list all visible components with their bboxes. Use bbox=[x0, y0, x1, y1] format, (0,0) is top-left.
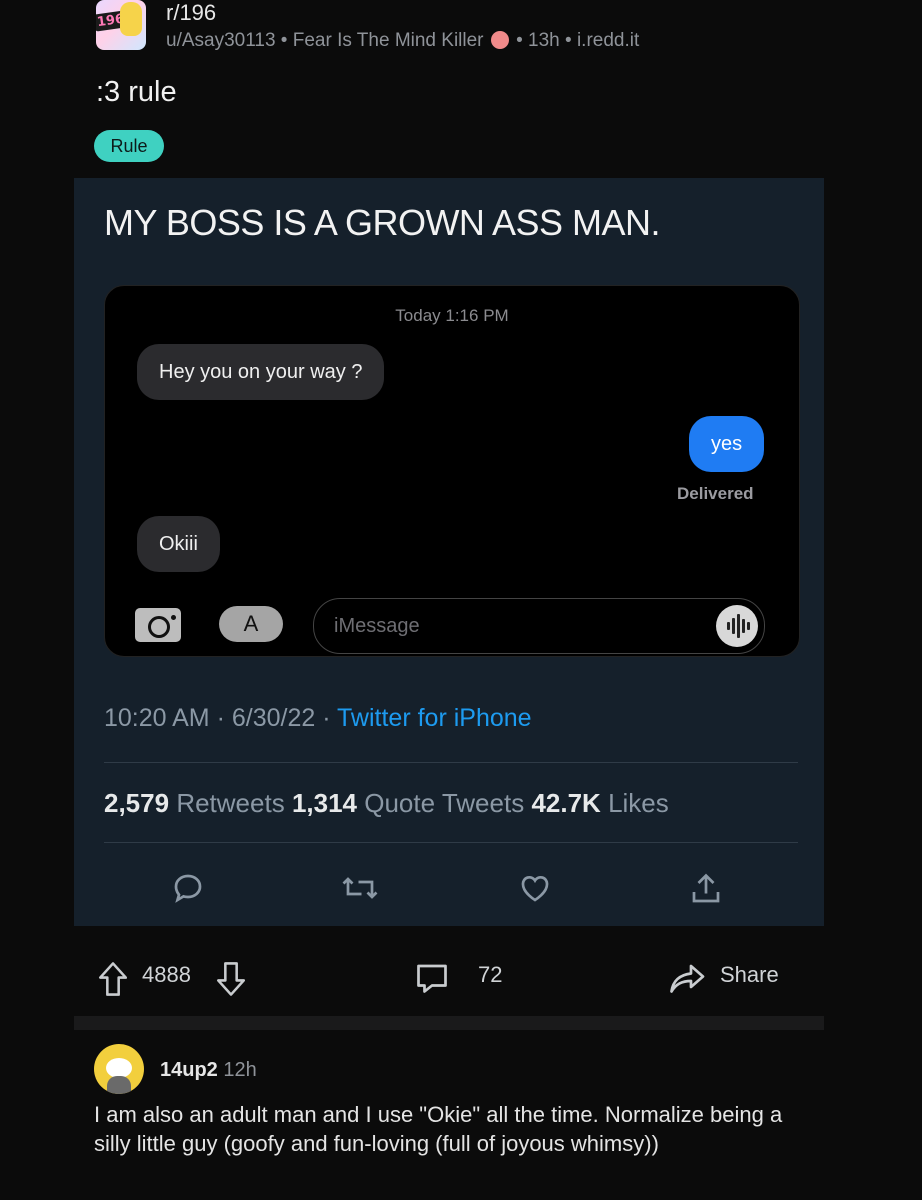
tweet-image[interactable]: MY BOSS IS A GROWN ASS MAN. Today 1:16 P… bbox=[74, 178, 824, 926]
avatar-head bbox=[106, 1058, 132, 1078]
app-store-icon: A bbox=[219, 606, 283, 642]
delivered-status: Delivered bbox=[677, 484, 754, 503]
tweet-text: MY BOSS IS A GROWN ASS MAN. bbox=[104, 202, 660, 243]
like-count: 42.7K bbox=[531, 788, 601, 818]
quote-count: 1,314 bbox=[291, 788, 358, 818]
reply-icon bbox=[174, 874, 202, 903]
post-domain[interactable]: i.redd.it bbox=[577, 30, 639, 51]
message-bubble-outgoing: yes bbox=[689, 416, 765, 472]
imessage-timestamp: Today 1:16 PM bbox=[395, 306, 509, 325]
avatar[interactable] bbox=[94, 1044, 144, 1094]
subreddit-name[interactable]: r/196 bbox=[166, 0, 216, 26]
share-arrow-icon[interactable] bbox=[668, 960, 708, 996]
comment-header: 14up2 12h bbox=[160, 1059, 257, 1082]
share-button[interactable]: Share bbox=[720, 962, 779, 988]
message-bubble-incoming: Okiii bbox=[137, 516, 220, 572]
post-flair-badge[interactable]: Rule bbox=[94, 130, 164, 162]
bunny-icon bbox=[120, 2, 142, 36]
camera-icon bbox=[135, 608, 181, 642]
imessage-input: iMessage bbox=[313, 598, 765, 654]
avatar-body bbox=[107, 1076, 131, 1094]
divider bbox=[104, 842, 798, 843]
audio-waveform-icon bbox=[716, 605, 758, 647]
post-title[interactable]: :3 rule bbox=[96, 76, 177, 109]
comment-icon[interactable] bbox=[414, 960, 450, 996]
divider bbox=[104, 762, 798, 763]
tweet-stats: 2,579 Retweets 1,314 Quote Tweets 42.7K … bbox=[104, 788, 669, 819]
comment-count[interactable]: 72 bbox=[478, 962, 502, 988]
tweet-time: 10:20 AM · 6/30/22 · bbox=[104, 704, 331, 732]
retweet-count: 2,579 bbox=[104, 788, 170, 818]
upvote-icon[interactable] bbox=[96, 960, 130, 998]
downvote-icon[interactable] bbox=[214, 960, 248, 998]
imessage-placeholder: iMessage bbox=[334, 615, 420, 637]
section-divider bbox=[74, 1016, 824, 1030]
comment-time: 12h bbox=[223, 1059, 257, 1081]
imessage-screenshot: Today 1:16 PM Hey you on your way ? yes … bbox=[104, 285, 800, 657]
vote-count: 4888 bbox=[142, 962, 191, 987]
comment-body: I am also an adult man and I use "Okie" … bbox=[94, 1102, 783, 1156]
flair-emoji-icon bbox=[490, 31, 509, 49]
subreddit-avatar[interactable]: 196! bbox=[96, 0, 146, 50]
tweet-timestamp: 10:20 AM · 6/30/22 · Twitter for iPhone bbox=[104, 704, 532, 733]
author-flair: Fear Is The Mind Killer bbox=[292, 30, 484, 51]
message-bubble-incoming: Hey you on your way ? bbox=[137, 344, 385, 400]
quote-label: Quote Tweets bbox=[364, 788, 525, 818]
heart-icon bbox=[521, 876, 549, 902]
author-link[interactable]: u/Asay30113 bbox=[166, 30, 276, 51]
tweet-client: Twitter for iPhone bbox=[337, 704, 532, 732]
share-icon bbox=[692, 873, 720, 903]
retweet-icon bbox=[342, 877, 378, 899]
post-time: 13h bbox=[528, 30, 560, 51]
post-meta: u/Asay30113 • Fear Is The Mind Killer • … bbox=[166, 30, 640, 51]
like-label: Likes bbox=[608, 788, 669, 818]
comment-username[interactable]: 14up2 bbox=[160, 1059, 218, 1081]
retweet-label: Retweets bbox=[176, 788, 285, 818]
